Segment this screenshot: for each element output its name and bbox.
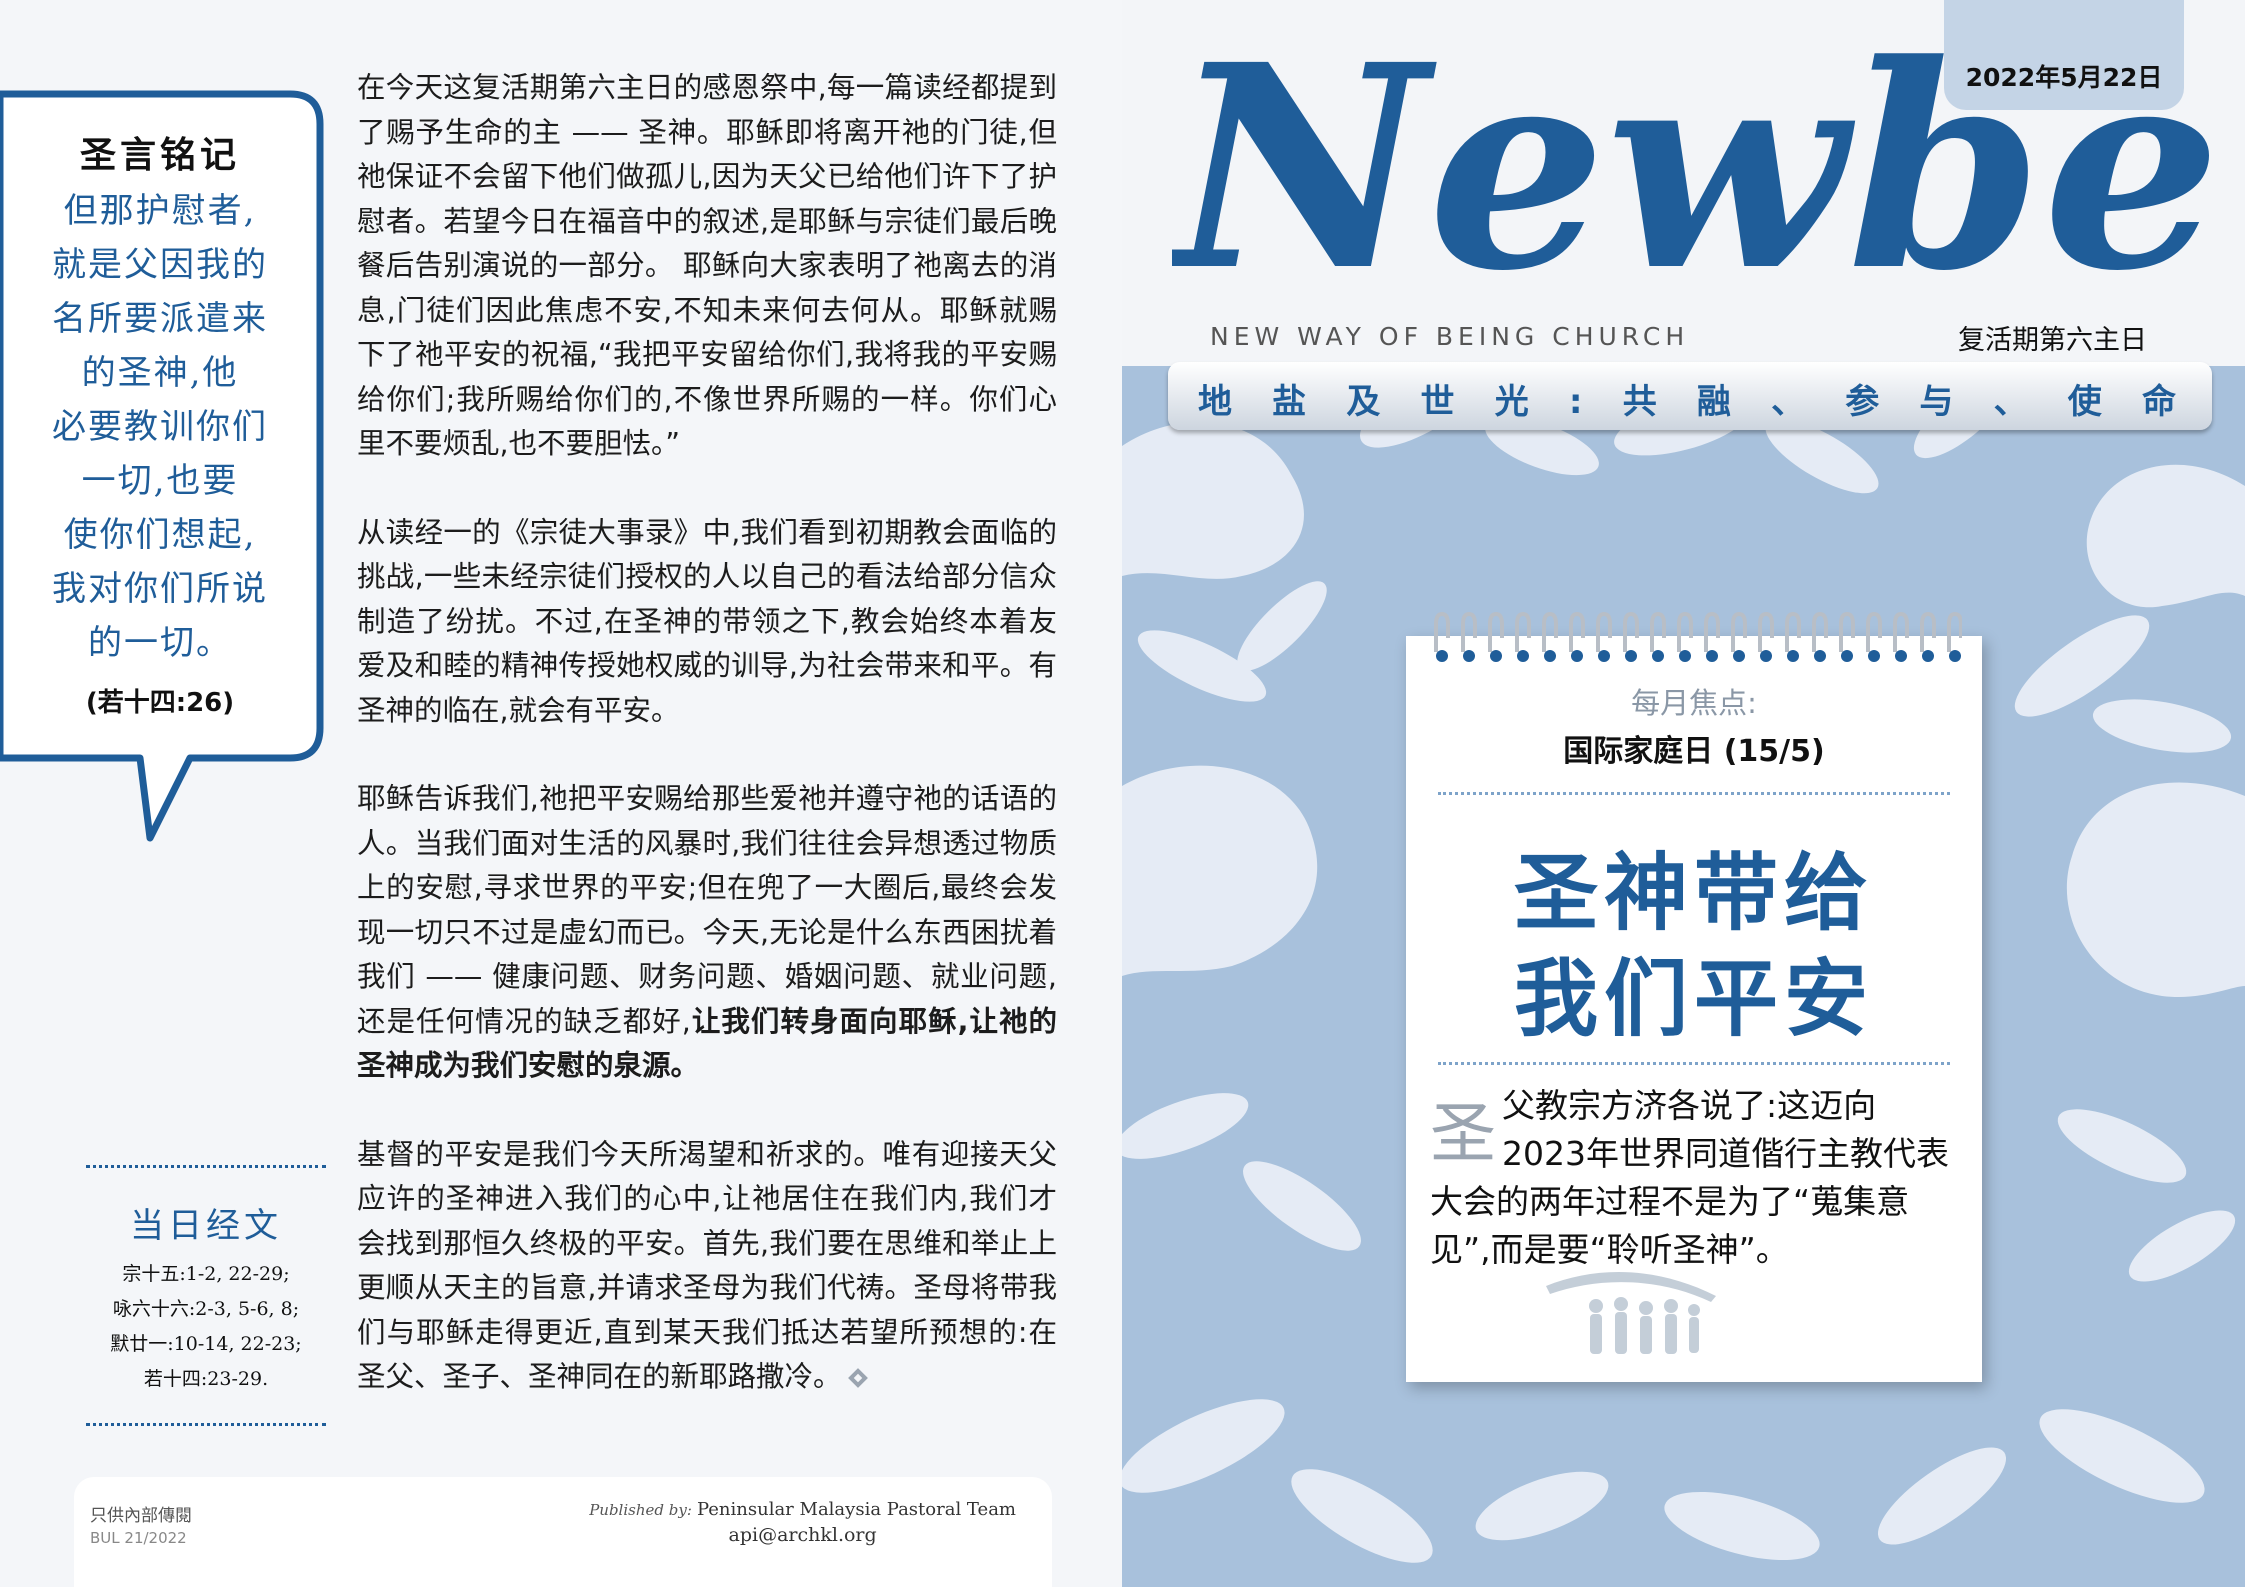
- headline-line-1: 圣神带给: [1513, 843, 1874, 942]
- leaf: [2039, 1409, 2205, 1503]
- article-paragraph-2: 从读经一的《宗徒大事录》中,我们看到初期教会面临的挑战,一些未经宗徒们授权的人以…: [357, 515, 1057, 727]
- leaf: [1475, 1471, 1609, 1541]
- spiral-ring-icon: [1650, 611, 1666, 662]
- spiral-ring-icon: [1623, 611, 1639, 662]
- footer: 只供內部傳閱 BUL 21/2022 Published by: Peninsu…: [74, 1477, 1052, 1587]
- left-page: 圣言铭记 但那护慰者, 就是父因我的 名所要派遣来 的圣神,他 必要教训你们 一…: [0, 0, 1122, 1587]
- dove-left-middle: [1122, 765, 1318, 976]
- spiral-ring-icon: [1596, 611, 1612, 662]
- divider: [86, 1423, 326, 1426]
- spiral-ring-icon: [1893, 611, 1909, 662]
- paragraph-3-text: 耶稣告诉我们,祂把平安赐给那些爱祂并遵守祂的话语的人。当我们面对生活的风暴时,我…: [357, 782, 1057, 1038]
- spiral-ring-icon: [1920, 611, 1936, 662]
- spiral-ring-icon: [1731, 611, 1747, 662]
- reading-item: 若十四:23-29.: [143, 1368, 269, 1390]
- spiral-ring-icon: [1704, 611, 1720, 662]
- notepad-body: 圣父教宗方济各说了:这迈向2023年世界同道偕行主教代表大会的两年过程不是为了“…: [1430, 1082, 1958, 1274]
- scripture-quote-bubble: 圣言铭记 但那护慰者, 就是父因我的 名所要派遣来 的圣神,他 必要教训你们 一…: [0, 78, 330, 842]
- quote-line: 就是父因我的: [52, 245, 268, 285]
- notepad-card: 每月焦点: 国际家庭日 (15/5) 圣神带给 我们平安 圣父教宗方济各说了:这…: [1406, 611, 1982, 1382]
- quote-line: 一切,也要: [81, 461, 239, 501]
- masthead: 2022年5月22日 Newbec NEW WAY OF BEING CHURC…: [1122, 0, 2245, 366]
- spiral-ring-icon: [1488, 611, 1504, 662]
- spiral-ring-icon: [1866, 611, 1882, 662]
- quote-line: 我对你们所说: [52, 569, 268, 609]
- spiral-ring-icon: [1839, 611, 1855, 662]
- divider: [1438, 1062, 1950, 1065]
- leaf: [1122, 1093, 1249, 1159]
- dove-right-middle: [2066, 782, 2245, 998]
- tagline: NEW WAY OF BEING CHURCH: [1210, 322, 1690, 351]
- bulletin-number: BUL 21/2022: [90, 1529, 187, 1547]
- leaf: [2092, 699, 2232, 753]
- article-paragraph-3: 耶稣告诉我们,祂把平安赐给那些爱祂并遵守祂的话语的人。当我们面对生活的风暴时,我…: [357, 777, 1057, 1089]
- spiral-ring-icon: [1515, 611, 1531, 662]
- publisher-name: Peninsular Malaysia Pastoral Team: [696, 1499, 1016, 1520]
- quote-line: 的一切。: [88, 623, 232, 663]
- leaf: [1122, 1399, 1285, 1493]
- leaf: [1877, 1447, 2007, 1545]
- article-paragraph-4: 基督的平安是我们今天所渴望和祈求的。唯有迎接天父应许的圣神进入我们的心中,让祂居…: [357, 1133, 1057, 1400]
- drop-cap: 圣: [1430, 1095, 1496, 1172]
- leaf: [2057, 1109, 2187, 1183]
- headline-line-2: 我们平安: [1513, 949, 1874, 1048]
- published-by-label: Published by:: [589, 1501, 692, 1519]
- spiral-ring-icon: [1461, 611, 1477, 662]
- spiral-ring-icon: [1758, 611, 1774, 662]
- internal-circulation-note: 只供內部傳閱: [90, 1506, 192, 1526]
- monthly-focus-label: 每月焦点:: [1631, 686, 1757, 720]
- publisher-email: api@archkl.org: [728, 1524, 877, 1546]
- leaf: [1237, 581, 1327, 671]
- daily-readings: 当日经文 宗十五:1-2, 22-29; 咏六十六:2-3, 5-6, 8; 默…: [86, 1165, 326, 1426]
- liturgical-sunday: 复活期第六主日: [1958, 325, 2147, 356]
- reading-item: 咏六十六:2-3, 5-6, 8;: [112, 1298, 300, 1320]
- logo-text: Newbec: [1172, 26, 2212, 316]
- quote-line: 使你们想起,: [63, 515, 257, 555]
- quote-line: 但那护慰者,: [63, 191, 257, 231]
- readings-title: 当日经文: [130, 1206, 282, 1246]
- quote-text: 但那护慰者, 就是父因我的 名所要派遣来 的圣神,他 必要教训你们 一切,也要 …: [0, 184, 320, 670]
- quote-title: 圣言铭记: [79, 134, 240, 176]
- dove-left-top: [1122, 422, 1304, 579]
- end-mark-icon: [847, 1368, 868, 1388]
- paragraph-4-text: 基督的平安是我们今天所渴望和祈求的。唯有迎接天父应许的圣神进入我们的心中,让祂居…: [357, 1137, 1057, 1394]
- dove-right-top: [2086, 464, 2245, 608]
- newbec-logo: Newbec: [1172, 26, 2212, 316]
- quote-line: 名所要派遣来: [52, 299, 268, 339]
- spiral-ring-icon: [1785, 611, 1801, 662]
- spiral-ring-icon: [1812, 611, 1828, 662]
- notepad-body-text: 父教宗方济各说了:这迈向2023年世界同道偕行主教代表大会的两年过程不是为了“蒐…: [1430, 1086, 1949, 1269]
- quote-line: 必要教训你们: [52, 407, 268, 447]
- article-body: 在今天这复活期第六主日的感恩祭中,每一篇读经都提到了赐予生命的主 —— 圣神。耶…: [357, 66, 1057, 1444]
- reading-item: 默廿一:10-14, 22-23;: [110, 1333, 302, 1355]
- leaf: [1243, 1161, 1361, 1251]
- leaf: [2128, 1210, 2236, 1282]
- publisher-line: Published by: Peninsular Malaysia Pastor…: [589, 1499, 1016, 1520]
- divider: [86, 1165, 326, 1168]
- spiral-ring-icon: [1434, 611, 1450, 662]
- quote-reference: (若十四:26): [85, 688, 235, 718]
- quote-line: 的圣神,他: [81, 353, 239, 393]
- spiral-rings: [1434, 611, 1962, 662]
- theme-text: 地盐及世光:共融、参与、使命: [1198, 382, 2188, 422]
- spiral-ring-icon: [1542, 611, 1558, 662]
- reading-item: 宗十五:1-2, 22-29;: [122, 1263, 290, 1285]
- spiral-ring-icon: [1569, 611, 1585, 662]
- divider: [1438, 792, 1950, 795]
- pilgrims-silhouette-icon: [1546, 1272, 1716, 1354]
- spiral-ring-icon: [1947, 611, 1962, 662]
- right-page: 2022年5月22日 Newbec NEW WAY OF BEING CHURC…: [1122, 0, 2245, 1587]
- spiral-ring-icon: [1677, 611, 1693, 662]
- article-paragraph-1: 在今天这复活期第六主日的感恩祭中,每一篇读经都提到了赐予生命的主 —— 圣神。耶…: [357, 71, 1057, 460]
- leaf: [1664, 1491, 1820, 1561]
- monthly-focus-event: 国际家庭日 (15/5): [1563, 734, 1825, 769]
- publisher-info: Published by: Peninsular Malaysia Pastor…: [589, 1499, 1016, 1546]
- theme-banner: 地盐及世光:共融、参与、使命: [1168, 362, 2212, 430]
- leaf: [1291, 1469, 1433, 1563]
